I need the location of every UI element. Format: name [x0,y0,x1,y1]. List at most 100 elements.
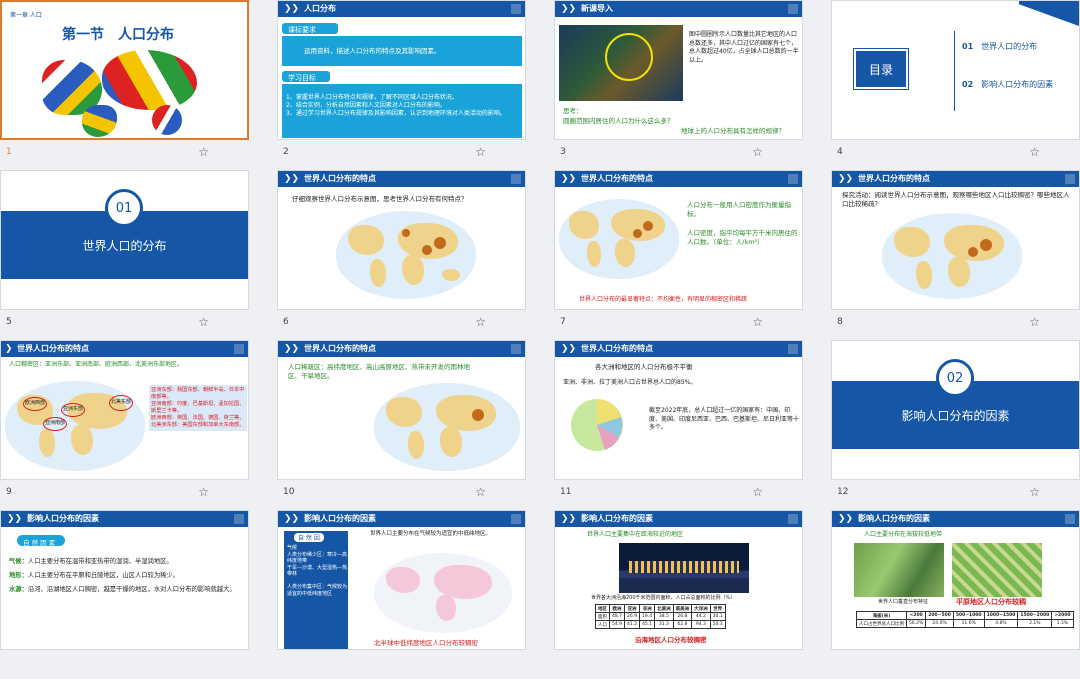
section-body: 1、掌握世界人口分布特点和规律，了解不同区域人口分布状况。 2、结合实例，分析自… [286,94,506,118]
slide-header: ❯❯ 世界人口分布的特点 [278,171,525,187]
star-icon[interactable]: ☆ [198,315,209,329]
table-cell: 亚洲 [624,604,641,613]
slide-header: ❯❯ 世界人口分布的特点 [832,171,1079,187]
chevron-icon: ❯❯ [838,514,854,524]
star-icon[interactable]: ☆ [1029,485,1040,499]
section-label: 课标要求 [288,26,316,34]
star-icon[interactable]: ☆ [752,315,763,329]
slide-thumb-3[interactable]: ❯❯ 新课导入 图中圆圈所示人口数量比其它地区的人口总数还多，其中人口过亿的国家有… [554,0,803,169]
table-cell: 30.1 [709,612,726,621]
slide-number: 1 [6,147,12,157]
chevron-icon: ❯❯ [561,174,577,184]
slide-thumb-7[interactable]: ❯❯ 世界人口分布的特点 人口分布一般用人口密度作为衡量指标。 人口密度，指平均每… [554,170,803,339]
slide-text: 截至2022年底，总人口超过一亿的国家有：中国、印度、美国、印度尼西亚、巴西、巴… [649,407,800,432]
table-row: 人口占世界总人口比例 56.2% 24.0% 11.6% 4.8% 2.1% 1.3% [856,619,1074,628]
star-icon[interactable]: ☆ [475,315,486,329]
slide-thumb-1[interactable]: 第一章 人口 第一节 人口分布 1 ☆ [0,0,249,169]
flag-world-map [42,50,212,138]
star-icon[interactable]: ☆ [198,485,209,499]
factor-tag: 自 然 因 [294,533,324,542]
star-icon[interactable]: ☆ [1029,315,1040,329]
table-cell: <200 [905,611,927,620]
slide-header: ❯❯ 影响人口分布的因素 [1,511,248,527]
star-icon[interactable]: ☆ [1029,145,1040,159]
slide-thumb-16[interactable]: ❯❯ 影响人口分布的因素 人口主要分布在海拔较低地带 世界人口垂直分布特征 平原地… [831,510,1080,679]
population-map [559,199,679,279]
slide-number: 2 [283,147,289,157]
chevron-icon: ❯❯ [7,514,23,524]
lowland-photo-2 [952,543,1042,597]
slide-subtitle: 各大洲和地区的人口分布极不平衡 [595,363,693,371]
satellite-image [559,25,683,101]
star-icon[interactable]: ☆ [752,485,763,499]
table-cell: 26.8 [672,612,693,621]
table-cell: 4.8% [983,619,1019,628]
star-icon[interactable]: ☆ [198,145,209,159]
slide-number: 6 [283,317,289,327]
region-label: 亚洲南部 [43,417,67,431]
table-cell: 1.3% [1051,619,1074,628]
slide-text: 人口稠密区：亚洲东部、亚洲南部、欧洲西部、北美洲东部地区。 [9,361,184,368]
table-cell: 19.4 [639,612,656,621]
table-caption: 世界各大洲沿海200千米范围内面积、人口占总面积的比例（%） [591,595,736,601]
slide-thumb-2[interactable]: ❯❯ 人口分布 课标要求 运用资料，描述人口分布的特点及其影响因素。 学习目标 1… [277,0,526,169]
table-cell: 世界 [709,604,726,613]
slide-text: 人口密度，指平均每平方千米内居住的人口数。（单位：人/km²） [687,229,798,247]
photo-caption: 世界人口垂直分布特征 [878,599,929,605]
slide-number: 9 [6,487,12,497]
star-icon[interactable]: ☆ [752,145,763,159]
table-cell: 50.3 [709,620,726,629]
table-cell: 北美洲 [654,604,674,613]
slide-thumb-14[interactable]: ❯❯ 影响人口分布的因素 自 然 因 气候 人类分布稀少区：寒冷—高纬度地带 干旱… [277,510,526,679]
slide-thumb-9[interactable]: ❯ 世界人口分布的特点 人口稠密区：亚洲东部、亚洲南部、欧洲西部、北美洲东部地区。… [0,340,249,509]
chevron-icon: ❯❯ [284,4,300,14]
slide-thumb-12[interactable]: 02 影响人口分布的因素 12 ☆ [831,340,1080,509]
intro-text: 图中圆圈所示人口数量比其它地区的人口总数还多，其中人口过亿的国家有七个，总人数超… [689,31,799,65]
slide-text: 亚洲、非洲、拉丁美洲人口占世界总人口的85%。 [563,379,697,386]
slide-thumb-13[interactable]: ❯❯ 影响人口分布的因素 自 然 因 素 气候：人口主要分布在温带和亚热带的湿润、… [0,510,249,679]
table-row: 人口 54.9 41.2 45.1 31.3 62.8 94.3 50.3 [595,620,726,629]
star-icon[interactable]: ☆ [475,145,486,159]
slide-thumb-6[interactable]: ❯❯ 世界人口分布的特点 仔细观察世界人口分布示意图，思考世界人口分布有何特点？ … [277,170,526,339]
slide-number: 4 [837,147,843,157]
toc-title: 目录 [868,62,893,77]
table-row: 面积 48.7 26.9 19.4 38.5 26.8 44.2 30.1 [595,612,726,621]
slide-thumb-8[interactable]: ❯❯ 世界人口分布的特点 探究活动：阅读世界人口分布示意图，观察哪些地区人口比较稠… [831,170,1080,339]
table-cell: 500~1000 [952,611,985,620]
table-cell: 海拔(米) [856,611,907,620]
section-label: 学习目标 [288,74,316,82]
think-label: 思考： [563,107,583,115]
chevron-icon: ❯❯ [561,4,577,14]
region-list: 亚洲东部：我国东部、朝鲜半岛、日本中南部等。 亚洲南部：印度、巴基斯坦、孟加拉国… [149,385,247,432]
table-cell: 54.9 [608,620,626,629]
population-map [336,211,476,299]
toc-item-1[interactable]: 01 世界人口的分布 [962,41,1037,52]
table-cell: 面积 [595,612,610,621]
star-icon[interactable]: ☆ [475,485,486,499]
slide-thumb-5[interactable]: 01 世界人口的分布 5 ☆ [0,170,249,339]
toc-item-2[interactable]: 02 影响人口分布的因素 [962,79,1053,90]
chevron-icon: ❯❯ [838,174,854,184]
think-question-2: 地球上的人口分布具有怎样的规律？ [681,127,785,135]
table-row: 海拔(米) <200 200~500 500~1000 1000~1500 1500~20… [856,611,1074,620]
table-cell: 2.1% [1017,619,1053,628]
slide-number: 12 [837,487,849,497]
section-badge: 01 [105,189,143,227]
slide-text: 人口分布一般用人口密度作为衡量指标。 [687,201,791,219]
slide-number: 10 [283,487,295,497]
slide-thumb-15[interactable]: ❯❯ 影响人口分布的因素 世界人口主要集中在距海较近的地区 世界各大洲沿海200千… [554,510,803,679]
slide-thumb-4[interactable]: 目录 01 世界人口的分布 02 影响人口分布的因素 4 ☆ [831,0,1080,169]
table-row: 地区 欧洲 亚洲 非洲 北美洲 南美洲 大洋洲 世界 [595,604,726,613]
table-cell: 31.3 [654,620,674,629]
table-cell: 地区 [595,604,610,613]
slide-thumb-10[interactable]: ❯❯ 世界人口分布的特点 人口稀疏区：高纬度地区、高山高原地区、热带未开发的雨林地… [277,340,526,509]
slide-header: ❯❯ 世界人口分布的特点 [555,341,802,357]
population-map [374,383,520,471]
slide-text: 人口主要分布在海拔较低地带 [864,531,943,538]
region-label: 亚洲东部 [61,403,85,417]
slide-number: 11 [560,487,572,497]
slide-text: 仔细观察世界人口分布示意图，思考世界人口分布有何特点？ [292,195,468,203]
table-cell: 200~500 [925,611,954,620]
table-cell: 62.8 [672,620,693,629]
slide-thumb-11[interactable]: ❯❯ 世界人口分布的特点 各大洲和地区的人口分布极不平衡 亚洲、非洲、拉丁美洲人口… [554,340,803,509]
